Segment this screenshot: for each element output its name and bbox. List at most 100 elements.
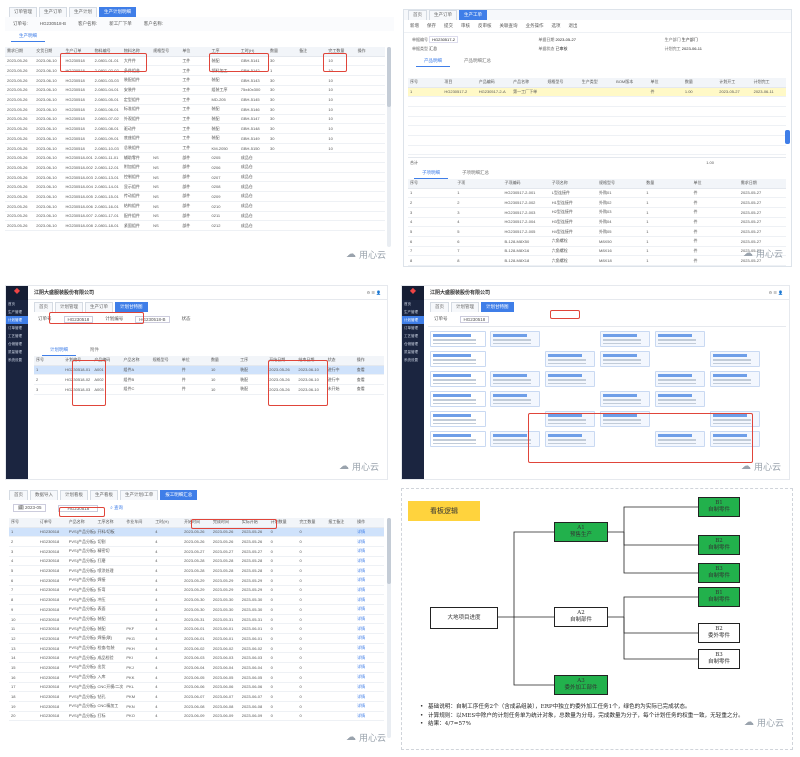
sidebar-item[interactable]: 工艺管理 (6, 332, 28, 340)
sidebar-item[interactable]: 首页 (402, 300, 424, 308)
tab-0[interactable]: 首页 (9, 490, 28, 500)
table-row[interactable]: 5HG230518PVS(产品分板)(加工制作)喷涂处理42023-05-282… (9, 565, 384, 576)
table-row[interactable]: 20HG230518PVS(产品分板)(加工制作)打标PKO42023-06-0… (9, 711, 384, 722)
subtab-1[interactable]: 产品明细汇总 (456, 56, 499, 66)
field-type[interactable]: 单据类型 汇总 (412, 46, 530, 52)
tab-4[interactable]: 生产计划/工单 (120, 490, 159, 500)
sidebar-item[interactable]: 质量管理 (6, 348, 28, 356)
table-row[interactable]: 2 2 HG230517-2-002 H1型连接件 外购02 1 件 2023-05-27 (408, 197, 786, 208)
table-row[interactable]: 12HG230518PVS(产品分板)(加工制作)焊接(联)PKG42023-0… (9, 633, 384, 644)
table-row[interactable]: 7 7 B-128-M8X16 六角螺栓 M8X16 1 件 2023-05-27 (408, 246, 786, 257)
gantt-task-card[interactable] (655, 331, 705, 347)
gantt-task-card[interactable] (490, 371, 540, 387)
table-row[interactable]: 10HG230518PVS(产品分板)(加工制作)装配42023-05-3120… (9, 614, 384, 625)
detail-link[interactable]: 详情 (355, 604, 384, 615)
table-row[interactable]: 2HG230518PVS(产品分板)(加工制作)切割42023-05-26202… (9, 536, 384, 547)
tab-1[interactable]: 生产订单 (39, 7, 67, 17)
table-row[interactable]: 2023-05-26 2023-06-10 HG230518 2-0801-08-01… (5, 123, 385, 134)
subtab-0[interactable]: 子项明细 (414, 168, 448, 179)
tab-5[interactable]: 报工明细汇总 (160, 490, 198, 500)
vertical-scrollbar[interactable] (387, 518, 391, 738)
detail-link[interactable]: 详情 (355, 662, 384, 673)
sidebar-item[interactable]: 计划管理 (6, 316, 28, 324)
gantt-task-card[interactable] (545, 351, 595, 367)
table-row[interactable]: 1 HG230517-2 HG230517-2-A 第一工厂下单件 1.00 2023-0… (408, 87, 786, 98)
menu-item[interactable]: 选项 (552, 23, 561, 29)
menu-item[interactable]: 保存 (427, 23, 436, 29)
tab-2[interactable]: 生产计划 (69, 7, 97, 17)
tab-2[interactable]: 计划甘特图 (481, 302, 514, 312)
sidebar-item[interactable]: 系统设置 (6, 356, 28, 364)
gantt-task-card[interactable] (545, 371, 595, 387)
filter-value[interactable]: HG230518 (459, 316, 490, 323)
table-row[interactable]: 7HG230518PVS(产品分板)(加工制作)折弯42023-05-29202… (9, 585, 384, 596)
user-menu[interactable]: ⚙ ☰ 👤 (769, 290, 783, 295)
sidebar-item[interactable]: 质量管理 (402, 348, 424, 356)
detail-link[interactable]: 详情 (355, 614, 384, 625)
detail-link[interactable]: 详情 (355, 691, 384, 702)
table-row[interactable]: 2023-05-26 2023-06-10 HG230518 2-0801-04-01… (5, 85, 385, 96)
customer-value[interactable]: 新工厂下单 (109, 21, 132, 27)
table-row[interactable]: 11HG230518PVS(产品分板)(加工制作)装配PKF42023-06-0… (9, 623, 384, 635)
gantt-task-card[interactable] (655, 391, 705, 407)
detail-link[interactable]: 详情 (355, 682, 384, 693)
tab-2[interactable]: 生产订单 (85, 302, 113, 312)
gantt-task-card[interactable] (600, 351, 650, 367)
tab-2[interactable]: 生产工单 (459, 10, 487, 20)
table-row[interactable]: 16HG230518PVS(产品分板)(加工制作)入库PKK42023-06-0… (9, 672, 384, 683)
month-filter[interactable]: 🗓 2023-05 (13, 504, 47, 512)
field-doc-date[interactable]: 单据日期 2023-05-27 (538, 37, 656, 43)
detail-link[interactable]: 详情 (355, 652, 384, 664)
tab-1[interactable]: 计划管理 (451, 302, 479, 312)
gantt-task-card[interactable] (600, 391, 650, 407)
table-row[interactable]: 2023-05-26 2023-06-10 HG230518-004 2-0801-1… (5, 181, 385, 193)
subtab-0[interactable]: 计划明细 (42, 345, 76, 356)
table-row[interactable]: 2023-05-26 2023-06-10 HG230518 2-0801-10-03… (5, 143, 385, 154)
tab-0[interactable]: 首页 (408, 10, 427, 20)
table-row[interactable]: 2023-05-26 2023-06-10 HG230518-008 2-0801-1… (5, 220, 385, 231)
table-row[interactable]: 3 3 HG230517-2-003 H2型连接件 外购03 1 件 2023-05-27 (408, 207, 786, 218)
table-row[interactable]: 13HG230518PVS(产品分板)(加工制作)检查/包装PKH42023-0… (9, 643, 384, 654)
gantt-task-card[interactable] (710, 351, 760, 367)
tab-3[interactable]: 生产看板 (90, 490, 118, 500)
tab-3[interactable]: 生产计划明细 (99, 7, 136, 17)
tab-production-detail[interactable]: 生产明细 (11, 31, 45, 42)
menu-item[interactable]: 审核 (461, 23, 470, 29)
field-doc-no[interactable]: 单据编号 HG230517-2 (412, 36, 530, 43)
detail-link[interactable]: 详情 (355, 585, 384, 596)
table-row[interactable]: 9HG230518PVS(产品分板)(加工制作)表面42023-05-30202… (9, 604, 384, 615)
sidebar-item[interactable]: 首页 (6, 300, 28, 308)
subtab-1[interactable]: 子项明细汇总 (454, 168, 497, 178)
table-row[interactable]: 3HG230518PVS(产品分板)(加工制作)精密切42023-05-2720… (9, 546, 384, 557)
side-help-tab[interactable] (785, 130, 790, 144)
subtab-1[interactable]: 附件 (82, 345, 107, 355)
tab-0[interactable]: 首页 (430, 302, 449, 312)
gantt-task-card[interactable] (710, 371, 760, 387)
sidebar-item[interactable]: 系统设置 (402, 356, 424, 364)
detail-link[interactable]: 详情 (355, 672, 384, 683)
menu-item[interactable]: 关联查询 (500, 23, 518, 29)
table-row[interactable]: 6HG230518PVS(产品分板)(加工制作)焊接42023-05-29202… (9, 575, 384, 586)
sidebar-item[interactable]: 订单管理 (6, 324, 28, 332)
detail-link[interactable]: 详情 (355, 556, 384, 567)
search-button[interactable]: ⌕ 查询 (110, 505, 123, 511)
sidebar-item[interactable]: 生产管理 (402, 308, 424, 316)
table-row[interactable]: 1 1 HG230517-2-001 L型连接件 外购01 1 件 2023-05-27 (408, 188, 786, 199)
gantt-task-card[interactable] (600, 331, 650, 347)
table-row[interactable]: 8 8 B-128-M8X18 六角螺栓 M8X18 1 件 2023-05-27 (408, 255, 786, 266)
user-menu[interactable]: ⚙ ☰ 👤 (367, 290, 381, 295)
detail-link[interactable]: 详情 (355, 643, 384, 654)
table-row[interactable]: 4HG230518PVS(产品分板)(加工制作)打磨42023-05-28202… (9, 556, 384, 567)
detail-link[interactable]: 详情 (355, 527, 384, 538)
detail-link[interactable]: 详情 (355, 623, 384, 635)
detail-link[interactable]: 详情 (355, 701, 384, 712)
gantt-task-card[interactable] (490, 391, 540, 407)
field-dept[interactable]: 生产部门 生产部门 (665, 37, 783, 43)
sidebar-item[interactable]: 工艺管理 (402, 332, 424, 340)
detail-link[interactable]: 详情 (355, 633, 384, 644)
detail-link[interactable]: 详情 (355, 594, 384, 605)
table-row[interactable]: 2023-05-26 2023-06-10 HG230518 2-0801-06-01… (5, 104, 385, 115)
tab-0[interactable]: 首页 (34, 302, 53, 312)
table-row[interactable]: 15HG230518PVS(产品分板)(加工制作)出货PKJ42023-06-0… (9, 662, 384, 673)
table-row[interactable]: 14HG230518PVS(产品分板)(加工制作)成品检验PKI42023-06… (9, 652, 384, 664)
